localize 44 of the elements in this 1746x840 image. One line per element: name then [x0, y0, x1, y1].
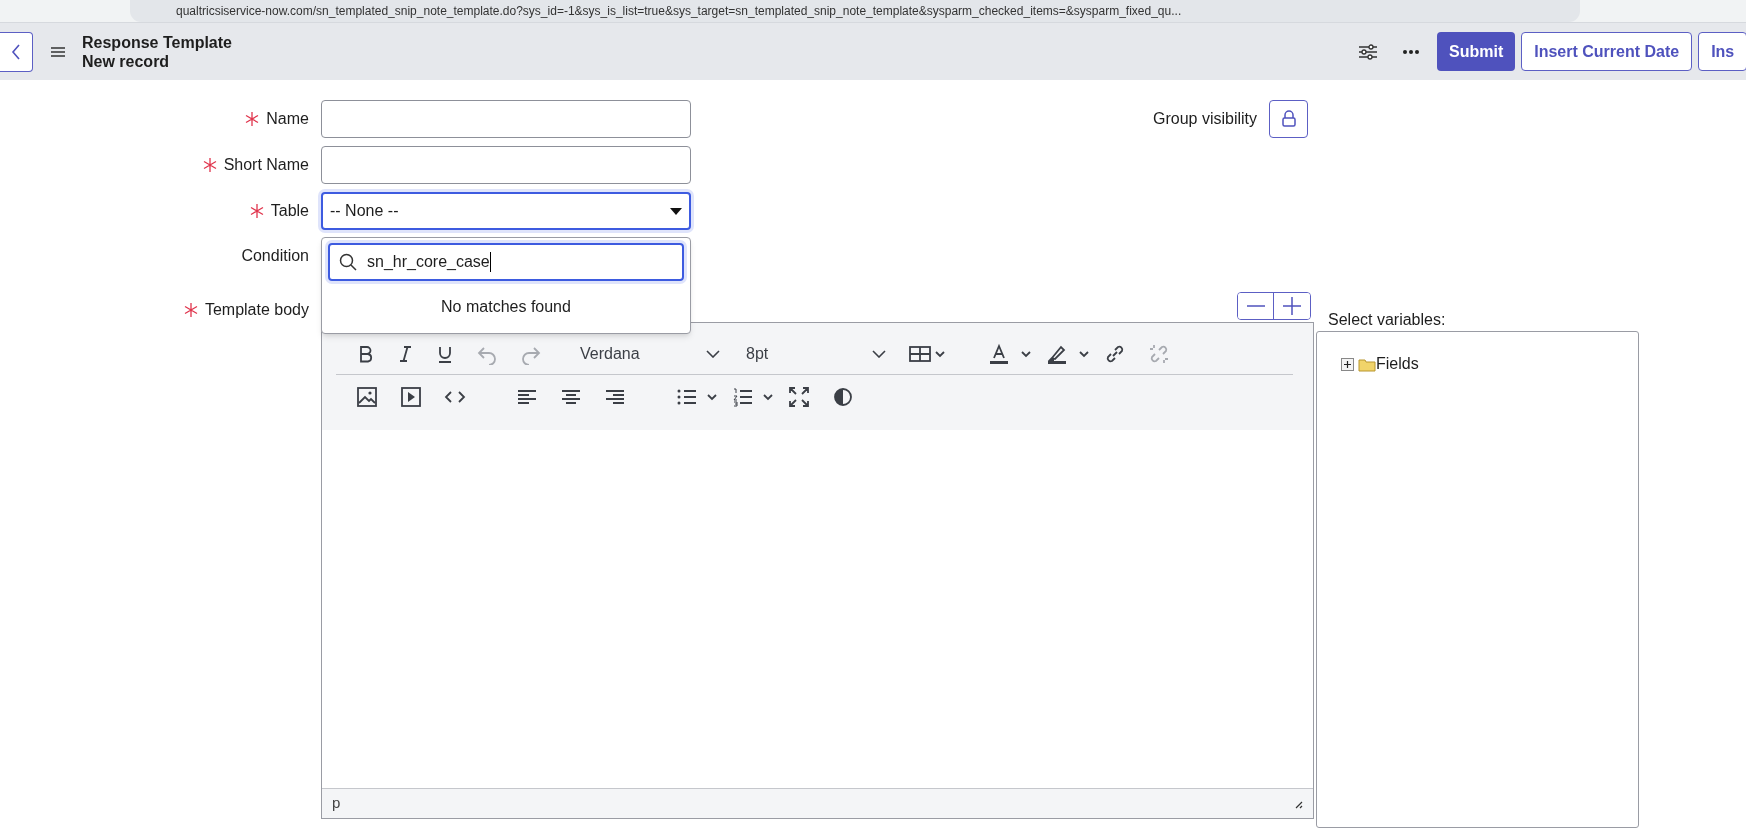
submit-button[interactable]: Submit: [1437, 32, 1516, 71]
expand-toggle-icon[interactable]: [1341, 357, 1354, 371]
select-variables-label: Select variables:: [1327, 310, 1447, 330]
more-icon[interactable]: [1403, 49, 1419, 54]
tree-item[interactable]: Fields: [1376, 352, 1419, 376]
form-subtitle: New record: [82, 51, 171, 71]
table-select[interactable]: -- None --: [321, 192, 691, 230]
minus-icon: [1246, 305, 1265, 307]
field-label: Short Name: [223, 155, 309, 175]
header-button[interactable]: Ins: [1698, 32, 1746, 71]
collapse-button[interactable]: [1238, 293, 1274, 319]
address-bar[interactable]: qualtricsiservice-now.com/sn_templated_snip_note_template.do?sys_id=-1&sys_is_list=true&sys_target=sn_templated_snip_note_template&sysparm_checked_items=&sysparm_fixed_qu...: [130, 0, 1580, 22]
image-icon[interactable]: [356, 386, 378, 408]
back-icon: [10, 42, 22, 61]
no-matches-message: No matches found: [441, 297, 571, 317]
element-path: p: [332, 793, 341, 814]
font-family-dropdown[interactable]: Verdana: [580, 341, 720, 366]
fullscreen-icon[interactable]: [788, 386, 810, 408]
media-icon[interactable]: [400, 386, 422, 408]
field-label: Template body: [204, 300, 309, 320]
text-color-icon[interactable]: [988, 342, 1032, 365]
chevron-down-icon: [872, 349, 886, 358]
folder-icon: [1358, 356, 1376, 372]
field-label: Name: [266, 109, 309, 129]
group-visibility-label: Group visibility: [1152, 109, 1257, 129]
text-field[interactable]: [321, 146, 691, 184]
chevron-down-icon: [706, 349, 720, 358]
numbered-list-icon[interactable]: [732, 386, 776, 408]
text-field[interactable]: [321, 100, 691, 138]
back-button[interactable]: [0, 31, 33, 72]
field-label: Table: [270, 201, 309, 221]
search-icon: [339, 253, 357, 271]
field-label: Condition: [241, 246, 309, 266]
menu-icon[interactable]: [51, 45, 65, 58]
font-size-dropdown[interactable]: 8pt: [746, 341, 886, 366]
form-title: Response Template: [82, 32, 232, 52]
lock-button[interactable]: [1269, 100, 1308, 138]
header-button[interactable]: Insert Current Date: [1521, 32, 1693, 71]
sliders-icon[interactable]: [1358, 42, 1378, 61]
search-field[interactable]: sn_hr_core_case: [328, 243, 684, 281]
lock-icon: [1280, 110, 1297, 128]
contrast-icon[interactable]: [832, 386, 854, 408]
plus-icon: [1283, 297, 1301, 315]
caret-icon: [670, 207, 682, 215]
